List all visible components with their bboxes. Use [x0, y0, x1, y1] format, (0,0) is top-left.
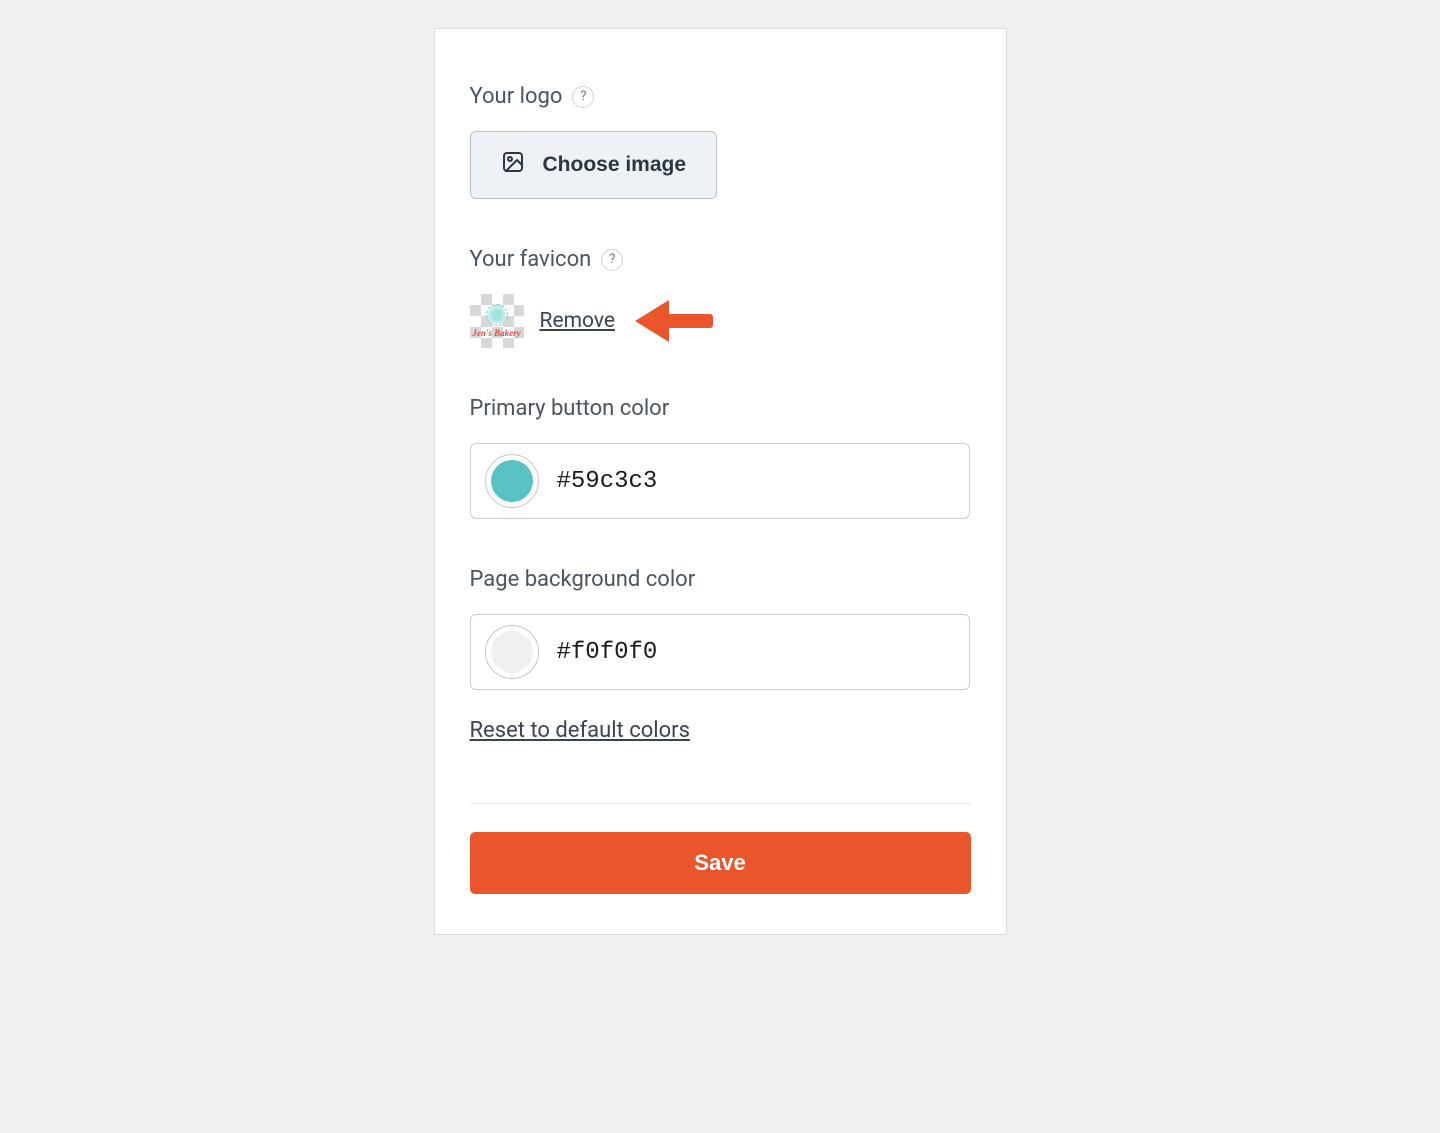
save-button[interactable]: Save — [470, 832, 971, 894]
logo-section: Your logo ? Choose image — [470, 84, 971, 199]
primary-color-field[interactable] — [557, 468, 955, 495]
arrow-left-icon — [635, 296, 715, 350]
page-bg-label: Page background color — [470, 567, 696, 592]
primary-color-label: Primary button color — [470, 396, 670, 421]
favicon-label: Your favicon — [470, 247, 592, 272]
choose-image-button[interactable]: Choose image — [470, 131, 718, 199]
choose-image-label: Choose image — [543, 153, 687, 177]
page-bg-input[interactable] — [470, 614, 970, 690]
logo-label-row: Your logo ? — [470, 84, 971, 109]
page-bg-section: Page background color Reset to default c… — [470, 567, 971, 743]
help-icon[interactable]: ? — [572, 86, 594, 108]
favicon-label-row: Your favicon ? — [470, 247, 971, 272]
divider — [470, 803, 971, 804]
image-icon — [501, 150, 525, 180]
color-swatch-primary-inner — [491, 460, 533, 502]
color-swatch-bg-inner — [491, 631, 533, 673]
primary-color-label-row: Primary button color — [470, 396, 971, 421]
settings-panel: Your logo ? Choose image Your favicon ? … — [434, 28, 1007, 935]
logo-label: Your logo — [470, 84, 563, 109]
favicon-flower-icon — [486, 304, 508, 326]
favicon-row: Jen's Bakery Remove — [470, 294, 971, 348]
primary-color-input[interactable] — [470, 443, 970, 519]
help-icon[interactable]: ? — [601, 249, 623, 271]
page-bg-field[interactable] — [557, 639, 955, 666]
primary-color-section: Primary button color — [470, 396, 971, 519]
color-swatch[interactable] — [485, 454, 539, 508]
favicon-thumbnail[interactable]: Jen's Bakery — [470, 294, 524, 348]
remove-favicon-link[interactable]: Remove — [540, 309, 616, 333]
favicon-section: Your favicon ? Jen's Bakery Remove — [470, 247, 971, 348]
page-bg-label-row: Page background color — [470, 567, 971, 592]
favicon-thumb-text: Jen's Bakery — [472, 328, 520, 338]
reset-colors-link[interactable]: Reset to default colors — [470, 718, 690, 743]
color-swatch[interactable] — [485, 625, 539, 679]
